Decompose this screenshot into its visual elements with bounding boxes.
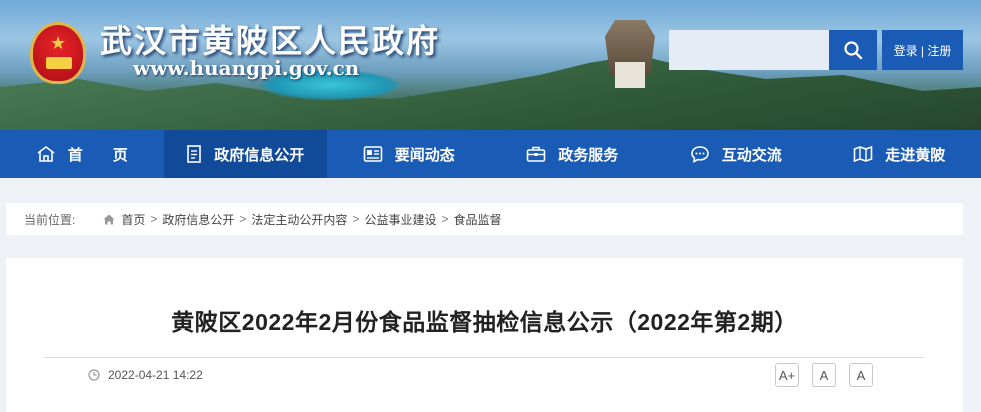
breadcrumb: 当前位置: 首页 > 政府信息公开 > 法定主动公开内容 > 公益事业建设 > … <box>6 203 963 235</box>
breadcrumb-item-public-welfare[interactable]: 公益事业建设 <box>364 211 436 228</box>
breadcrumb-item-statutory[interactable]: 法定主动公开内容 <box>251 211 347 228</box>
font-increase-button[interactable]: A+ <box>775 363 799 387</box>
nav-label-gov-info: 政府信息公开 <box>214 146 305 164</box>
main-nav: 首 页 政府信息公开 要闻动态 政务服务 互动交流 走进黄陂 <box>0 130 981 178</box>
nav-item-news[interactable]: 要闻动态 <box>327 130 491 178</box>
font-increase-label: A+ <box>778 367 796 383</box>
breadcrumb-separator: > <box>150 212 158 226</box>
nav-item-services[interactable]: 政务服务 <box>491 130 655 178</box>
font-default-button[interactable]: A <box>812 363 836 387</box>
publish-date: 2022-04-21 14:22 <box>108 368 203 382</box>
nav-item-gov-info[interactable]: 政府信息公开 <box>163 130 327 178</box>
nav-item-home[interactable]: 首 页 <box>0 130 164 178</box>
site-url: www.huangpi.gov.cn <box>133 56 360 80</box>
breadcrumb-item-gov-info[interactable]: 政府信息公开 <box>162 211 234 228</box>
article-panel: 黄陂区2022年2月份食品监督抽检信息公示（2022年第2期） 2022-04-… <box>6 258 963 412</box>
banner-building <box>615 62 645 88</box>
font-decrease-label: A <box>856 367 866 383</box>
article-title: 黄陂区2022年2月份食品监督抽检信息公示（2022年第2期） <box>171 309 798 335</box>
font-size-controls: A+ A A <box>775 363 886 387</box>
clock-icon <box>88 369 100 381</box>
title-divider <box>44 357 924 358</box>
document-icon <box>186 145 202 163</box>
emblem-gate <box>46 57 72 69</box>
breadcrumb-label: 当前位置: <box>24 212 76 227</box>
login-register-button[interactable]: 登录 | 注册 <box>882 30 963 70</box>
nav-label-interaction: 互动交流 <box>721 146 782 164</box>
breadcrumb-item-home[interactable]: 首页 <box>121 211 145 228</box>
breadcrumb-separator: > <box>352 212 360 226</box>
nav-label-about: 走进黄陂 <box>885 146 946 164</box>
nav-item-about[interactable]: 走进黄陂 <box>818 130 981 178</box>
emblem-star-icon: ★ <box>50 33 67 54</box>
nav-label-home: 首 页 <box>67 146 128 164</box>
breadcrumb-separator: > <box>239 212 247 226</box>
nav-label-services: 政务服务 <box>558 146 619 164</box>
nav-label-news: 要闻动态 <box>394 146 455 164</box>
national-emblem-icon: ★ <box>30 22 86 84</box>
search-icon <box>844 41 863 60</box>
map-icon <box>853 145 873 163</box>
briefcase-icon <box>526 145 546 163</box>
news-icon <box>363 145 383 163</box>
search-input[interactable] <box>669 30 829 70</box>
chat-icon <box>690 145 710 163</box>
breadcrumb-item-food-supervision[interactable]: 食品监督 <box>453 211 501 228</box>
publish-date-row: 2022-04-21 14:22 <box>88 368 203 382</box>
font-default-label: A <box>819 367 829 383</box>
search-button[interactable] <box>829 30 877 70</box>
home-icon <box>103 214 115 225</box>
home-icon <box>36 145 56 163</box>
breadcrumb-separator: > <box>441 212 449 226</box>
font-decrease-button[interactable]: A <box>849 363 873 387</box>
nav-item-interaction[interactable]: 互动交流 <box>654 130 818 178</box>
